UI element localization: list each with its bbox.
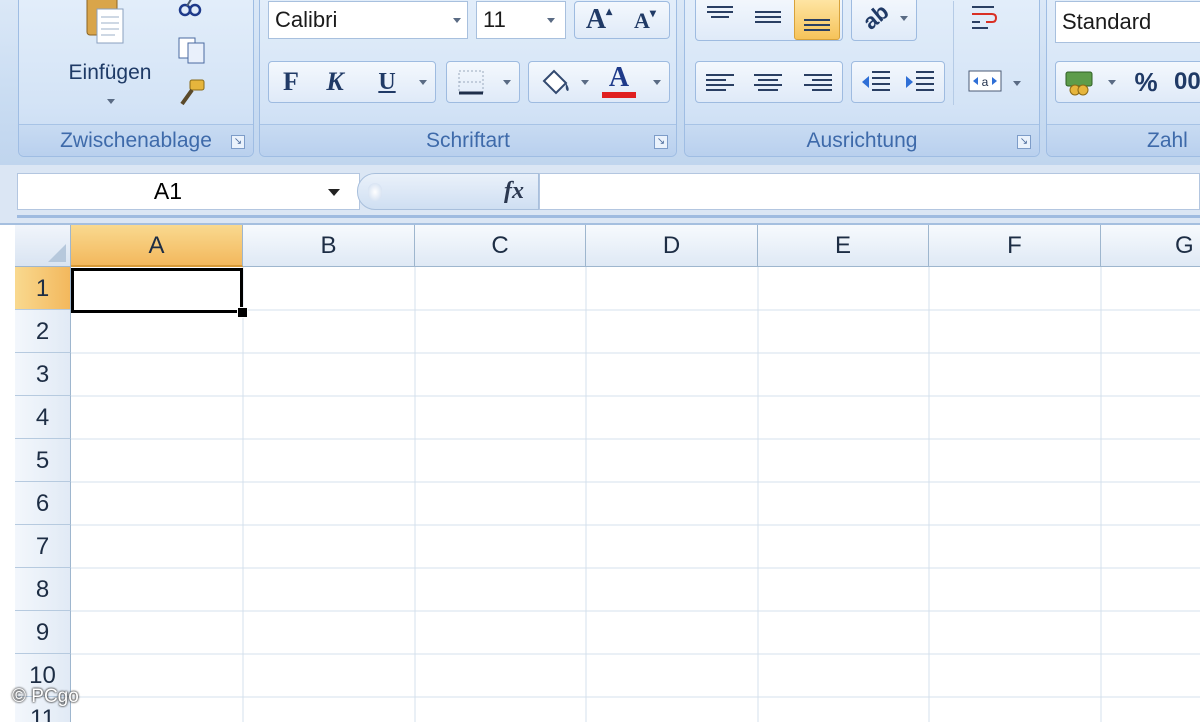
italic-button[interactable]: K	[317, 64, 353, 100]
font-group: Calibri 11 A ▴ A ▾ F K U A Schriftart ↘	[259, 0, 677, 157]
align-left-icon[interactable]	[702, 66, 738, 98]
number-group-label: Zahl	[1047, 124, 1200, 156]
watermark: © PCgo	[12, 686, 79, 707]
border-icon	[455, 68, 487, 96]
align-right-icon[interactable]	[800, 66, 836, 98]
alignment-group: ab a Ausrichtung ↘	[684, 0, 1040, 157]
align-middle-icon[interactable]	[750, 2, 786, 32]
font-group-label: Schriftart	[260, 124, 676, 156]
fill-color-icon[interactable]	[535, 66, 575, 98]
paste-button[interactable]: Einfügen	[55, 0, 155, 113]
decrease-indent-icon[interactable]	[856, 66, 896, 98]
font-name-combobox[interactable]: Calibri	[268, 1, 468, 39]
thousands-separator-button[interactable]: 00	[1174, 66, 1200, 98]
horizontal-align-buttons	[695, 61, 843, 103]
fx-icon: fx	[504, 178, 524, 204]
paste-dropdown-icon[interactable]	[107, 99, 115, 104]
name-box-value: A1	[153, 178, 183, 204]
fill-color-dropdown-icon[interactable]	[581, 80, 589, 85]
font-color-swatch	[602, 92, 636, 98]
number-buttons: % 00	[1055, 61, 1200, 103]
font-size-dropdown-icon[interactable]	[547, 18, 555, 23]
name-box[interactable]: A1	[17, 173, 360, 210]
increase-indent-icon[interactable]	[900, 66, 940, 98]
border-dropdown-icon[interactable]	[503, 80, 511, 85]
grow-font-button[interactable]: A ▴	[579, 4, 619, 36]
formula-input[interactable]	[539, 173, 1200, 210]
bold-button[interactable]: F	[273, 64, 309, 100]
cut-icon[interactable]	[175, 0, 205, 19]
indent-buttons	[851, 61, 945, 103]
font-color-letter: A	[608, 62, 630, 93]
ribbon: Einfügen Zwischenablage ↘ Calibri 11 A▴	[0, 0, 1200, 165]
svg-text:a: a	[982, 75, 989, 89]
orientation-button[interactable]: ab	[851, 0, 917, 41]
font-name-value: Calibri	[275, 7, 338, 32]
font-size-buttons: A ▴ A ▾	[574, 1, 670, 39]
font-style-buttons: F K U	[268, 61, 436, 103]
active-cell-a1[interactable]	[71, 268, 243, 313]
vertical-align-buttons	[695, 0, 843, 41]
font-name-dropdown-icon[interactable]	[453, 18, 461, 23]
formula-controls: fx	[357, 173, 539, 210]
number-group: Standard % 00 Zahl	[1046, 0, 1200, 157]
merge-dropdown-icon[interactable]	[1013, 81, 1021, 86]
name-box-dropdown-icon[interactable]	[328, 189, 340, 196]
font-dialog-launcher-icon[interactable]: ↘	[654, 135, 668, 149]
fill-handle[interactable]	[237, 307, 248, 318]
alignment-group-label: Ausrichtung	[685, 124, 1039, 156]
formula-splitter-icon[interactable]	[368, 183, 382, 201]
align-top-icon[interactable]	[702, 2, 738, 32]
formula-bar: A1 fx	[0, 165, 1200, 223]
paste-icon	[85, 0, 125, 45]
clipboard-dialog-launcher-icon[interactable]: ↘	[231, 135, 245, 149]
underline-button[interactable]: U	[369, 64, 405, 100]
clipboard-group-label: Zwischenablage	[19, 124, 253, 156]
worksheet-grid[interactable]: A B C D E F G 1 2 3 4 5 6 7 8 9 10 11	[0, 223, 1200, 722]
insert-function-button[interactable]: fx	[496, 176, 532, 207]
color-buttons: A	[528, 61, 670, 103]
accounting-dropdown-icon[interactable]	[1108, 80, 1116, 85]
font-color-button[interactable]: A	[599, 62, 639, 100]
align-bottom-icon[interactable]	[794, 0, 840, 40]
number-format-value: Standard	[1062, 9, 1152, 34]
underline-dropdown-icon[interactable]	[419, 80, 427, 85]
font-size-combobox[interactable]: 11	[476, 1, 566, 39]
alignment-dialog-launcher-icon[interactable]: ↘	[1017, 135, 1031, 149]
accounting-format-icon[interactable]	[1060, 66, 1100, 98]
clipboard-group: Einfügen Zwischenablage ↘	[18, 0, 254, 157]
copy-icon[interactable]	[175, 35, 209, 65]
paste-label: Einfügen	[68, 61, 152, 84]
orientation-dropdown-icon[interactable]	[900, 16, 908, 21]
alignment-separator	[953, 1, 954, 105]
orientation-icon: ab	[857, 0, 894, 35]
format-painter-icon[interactable]	[175, 77, 209, 109]
percent-button[interactable]: %	[1128, 66, 1164, 98]
formula-bar-bottom-line	[17, 215, 1200, 218]
number-format-combobox[interactable]: Standard	[1055, 1, 1200, 43]
wrap-text-icon[interactable]	[965, 0, 1001, 33]
merge-center-icon[interactable]: a	[965, 65, 1005, 97]
align-center-icon[interactable]	[750, 66, 786, 98]
border-button[interactable]	[446, 61, 520, 103]
font-size-value: 11	[483, 7, 506, 32]
font-color-dropdown-icon[interactable]	[653, 80, 661, 85]
shrink-font-button[interactable]: A ▾	[625, 6, 665, 36]
